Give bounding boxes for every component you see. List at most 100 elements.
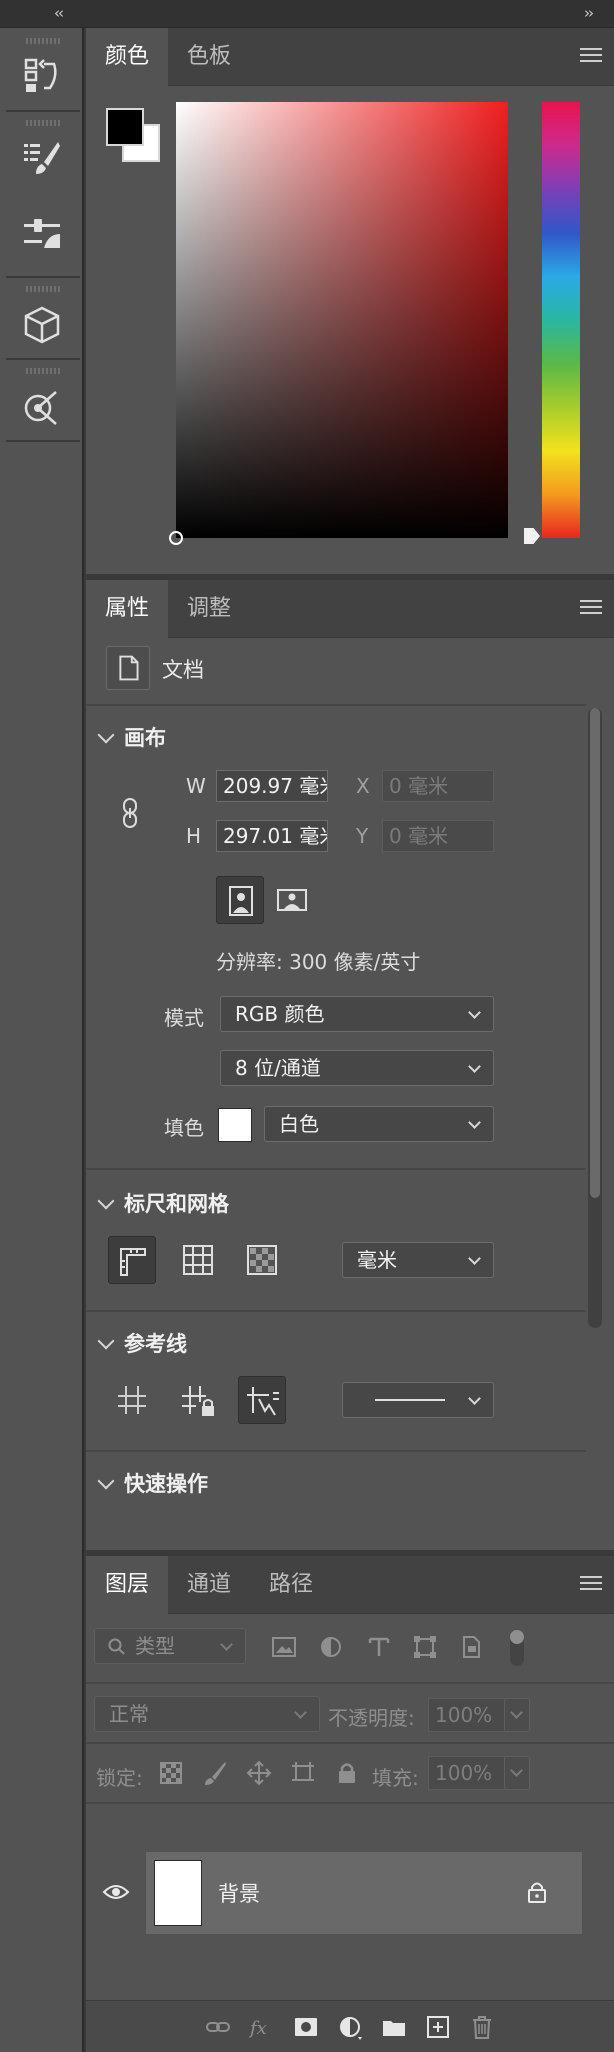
history-icon[interactable] [20, 54, 64, 98]
grip-handle[interactable] [26, 120, 62, 126]
document-type-button[interactable] [106, 646, 150, 690]
tab-channels[interactable]: 通道 [168, 1556, 250, 1614]
lock-guides-button[interactable] [174, 1376, 222, 1424]
link-layers-icon[interactable] [204, 2013, 232, 2041]
collapse-left-icon[interactable]: ‹‹ [54, 4, 64, 22]
adjustments-sliders-icon[interactable] [20, 214, 64, 258]
tab-adjustments[interactable]: 调整 [168, 580, 250, 638]
lock-all-icon[interactable] [334, 1760, 360, 1786]
svg-text:fx: fx [248, 2018, 267, 2039]
ruler-unit-select[interactable]: 毫米 [342, 1242, 494, 1278]
y-field[interactable]: 0 毫米 [382, 820, 494, 852]
width-field[interactable]: 209.97 毫米 [216, 770, 328, 802]
lock-artboard-icon[interactable] [290, 1760, 316, 1786]
rulers-toggle-button[interactable] [108, 1236, 156, 1284]
fill-dropdown-button[interactable] [504, 1756, 530, 1790]
smart-guides-icon [247, 1387, 279, 1416]
layer-thumbnail [154, 1860, 202, 1926]
guide-style-select[interactable] [342, 1382, 494, 1418]
lock-label: 锁定: [96, 1766, 143, 1790]
tab-layers[interactable]: 图层 [86, 1556, 168, 1614]
color-panel-tabbar: 颜色 色板 [86, 28, 614, 86]
layer-lock-icon[interactable] [526, 1880, 548, 1904]
layer-list: 背景 [86, 1804, 582, 2004]
tab-swatches[interactable]: 色板 [168, 28, 250, 86]
grip-handle[interactable] [26, 286, 62, 292]
hue-slider[interactable] [542, 102, 580, 538]
lock-position-icon[interactable] [246, 1760, 272, 1786]
layer-style-fx-icon[interactable]: fx [248, 2013, 276, 2041]
saturation-brightness-picker[interactable] [169, 102, 508, 545]
filter-type-icon[interactable] [366, 1634, 392, 1660]
chevron-down-icon [97, 1332, 115, 1350]
blend-mode-select[interactable]: 正常 [94, 1696, 320, 1732]
panel-dock-strip [0, 28, 84, 2052]
portrait-orientation-button[interactable] [216, 876, 264, 924]
delete-layer-trash-icon[interactable] [468, 2013, 496, 2041]
fill-select[interactable]: 白色 [264, 1106, 494, 1142]
picker-cursor[interactable] [169, 531, 183, 545]
filter-shape-icon[interactable] [412, 1634, 438, 1660]
layer-filter-select[interactable]: 类型 [94, 1628, 246, 1664]
guides-section-header[interactable]: 参考线 [97, 1328, 187, 1358]
scrollbar-thumb[interactable] [590, 708, 600, 1198]
expand-right-icon[interactable]: ›› [584, 4, 594, 22]
chevron-down-icon [294, 1706, 307, 1719]
layers-bottom-toolbar: fx [86, 2000, 614, 2052]
document-icon [119, 655, 139, 681]
y-label: Y [356, 824, 369, 848]
smart-guides-button[interactable] [238, 1376, 286, 1424]
properties-scrollbar[interactable] [588, 708, 602, 1328]
path-anchor-icon[interactable] [20, 384, 64, 428]
opacity-field[interactable]: 100% [428, 1698, 506, 1732]
filter-adjustment-icon[interactable] [318, 1634, 344, 1660]
panel-menu-icon[interactable] [580, 48, 602, 64]
guides-toggle-button[interactable] [108, 1376, 156, 1424]
new-group-folder-icon[interactable] [380, 2013, 408, 2041]
rulers-grid-section-header[interactable]: 标尺和网格 [97, 1188, 229, 1218]
3d-cube-icon[interactable] [20, 302, 64, 346]
layer-row[interactable]: 背景 [86, 1852, 582, 1934]
x-field[interactable]: 0 毫米 [382, 770, 494, 802]
tab-properties[interactable]: 属性 [86, 580, 168, 638]
brush-settings-icon[interactable] [20, 136, 64, 180]
tab-paths[interactable]: 路径 [250, 1556, 332, 1614]
eye-icon[interactable] [102, 1882, 130, 1902]
link-chain-icon[interactable] [118, 796, 142, 830]
chevron-down-icon [97, 726, 115, 744]
grip-handle[interactable] [26, 368, 62, 374]
opacity-dropdown-button[interactable] [504, 1698, 530, 1732]
filter-smart-object-icon[interactable] [458, 1634, 484, 1660]
height-field[interactable]: 297.01 毫米 [216, 820, 328, 852]
foreground-color-swatch[interactable] [106, 108, 144, 146]
grid-toggle-button[interactable] [174, 1236, 222, 1284]
guides-icon [118, 1386, 146, 1414]
new-layer-icon[interactable] [424, 2013, 452, 2041]
tab-color[interactable]: 颜色 [86, 28, 168, 86]
new-adjustment-layer-icon[interactable] [336, 2013, 364, 2041]
fill-color-swatch[interactable] [218, 1108, 252, 1142]
pixel-grid-toggle-button[interactable] [238, 1236, 286, 1284]
canvas-section-header[interactable]: 画布 [97, 722, 166, 752]
layer-name[interactable]: 背景 [218, 1878, 260, 1908]
lock-image-pixels-icon[interactable] [202, 1760, 228, 1786]
add-mask-icon[interactable] [292, 2013, 320, 2041]
color-mode-select[interactable]: RGB 颜色 [220, 996, 494, 1032]
panel-menu-icon[interactable] [580, 1576, 602, 1592]
landscape-orientation-button[interactable] [268, 876, 316, 924]
hue-slider-handle[interactable] [524, 528, 540, 544]
grip-handle[interactable] [26, 38, 62, 44]
dock-group-history [6, 28, 80, 112]
filter-pixel-icon[interactable] [270, 1634, 298, 1660]
filter-toggle-switch[interactable] [510, 1630, 524, 1666]
section-divider [86, 1742, 614, 1744]
fill-field[interactable]: 100% [428, 1756, 506, 1790]
bit-depth-select[interactable]: 8 位/通道 [220, 1050, 494, 1086]
panel-menu-icon[interactable] [580, 600, 602, 616]
lock-transparent-pixels-icon[interactable] [158, 1760, 184, 1786]
quick-actions-section-header[interactable]: 快速操作 [97, 1468, 208, 1498]
line-style-icon [375, 1399, 445, 1401]
chevron-down-icon [220, 1638, 233, 1651]
width-label: W [186, 774, 206, 798]
grid-icon [183, 1245, 213, 1275]
